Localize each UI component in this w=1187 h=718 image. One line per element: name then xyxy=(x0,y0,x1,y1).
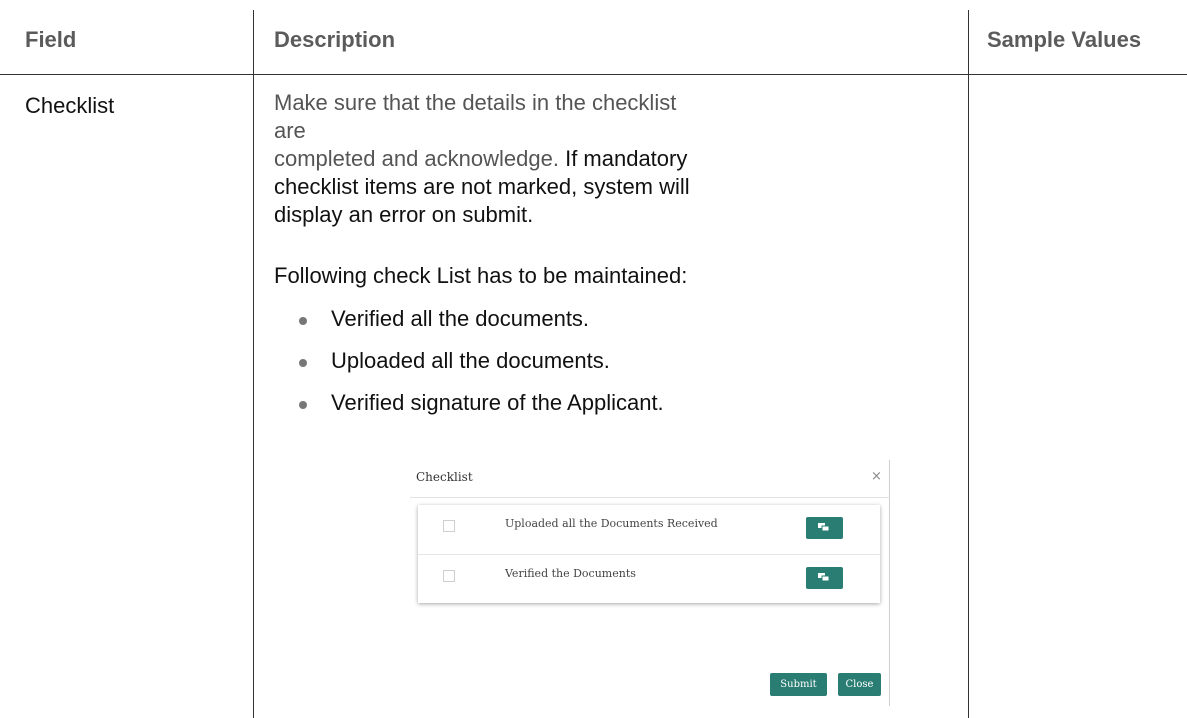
checklist-dialog: Checklist × Uploaded all the Documents R… xyxy=(410,460,890,706)
dialog-title: Checklist xyxy=(416,470,473,484)
bullet-icon xyxy=(299,401,307,409)
description-line-3: checklist items are not marked, system w… xyxy=(274,174,690,199)
description-line-2a: completed and acknowledge. xyxy=(274,146,559,171)
description-paragraph: Make sure that the details in the checkl… xyxy=(274,89,704,229)
submit-button[interactable]: Submit xyxy=(770,673,827,696)
header-divider xyxy=(0,74,1187,75)
header-description: Description xyxy=(274,27,396,52)
close-button[interactable]: Close xyxy=(838,673,881,696)
checklist-bullet-list: Verified all the documents. Uploaded all… xyxy=(274,305,664,431)
column-divider-1 xyxy=(253,10,254,718)
comment-button[interactable] xyxy=(806,567,843,589)
list-item-text: Uploaded all the documents. xyxy=(331,348,610,373)
list-item-text: Verified signature of the Applicant. xyxy=(331,390,664,415)
checklist-row: Uploaded all the Documents Received xyxy=(418,505,880,555)
checklist-item-label: Uploaded all the Documents Received xyxy=(505,517,718,530)
close-icon[interactable]: × xyxy=(871,469,882,484)
header-field: Field xyxy=(25,27,77,52)
description-line-2b: If mandatory xyxy=(558,146,688,171)
comment-button[interactable] xyxy=(806,517,843,539)
checkbox[interactable] xyxy=(443,520,455,532)
description-line-2: completed and acknowledge. If mandatory xyxy=(274,145,704,173)
column-divider-2 xyxy=(968,10,969,718)
field-name: Checklist xyxy=(25,93,115,118)
following-text: Following check List has to be maintaine… xyxy=(274,263,688,288)
header-sample-values: Sample Values xyxy=(987,27,1142,52)
dialog-header-divider xyxy=(410,497,890,498)
list-item: Verified all the documents. xyxy=(274,305,664,347)
checkbox[interactable] xyxy=(443,570,455,582)
bullet-icon xyxy=(299,359,307,367)
list-item-text: Verified all the documents. xyxy=(331,306,590,331)
list-item: Verified signature of the Applicant. xyxy=(274,389,664,431)
description-line-4: display an error on submit. xyxy=(274,202,534,227)
checklist-item-label: Verified the Documents xyxy=(505,567,636,580)
list-item: Uploaded all the documents. xyxy=(274,347,664,389)
description-line-1: Make sure that the details in the checkl… xyxy=(274,90,677,143)
checklist-row: Verified the Documents xyxy=(418,555,880,604)
bullet-icon xyxy=(299,317,307,325)
comment-icon xyxy=(818,523,830,532)
comment-icon xyxy=(818,573,830,582)
checklist-card: Uploaded all the Documents Received Veri… xyxy=(418,505,880,603)
